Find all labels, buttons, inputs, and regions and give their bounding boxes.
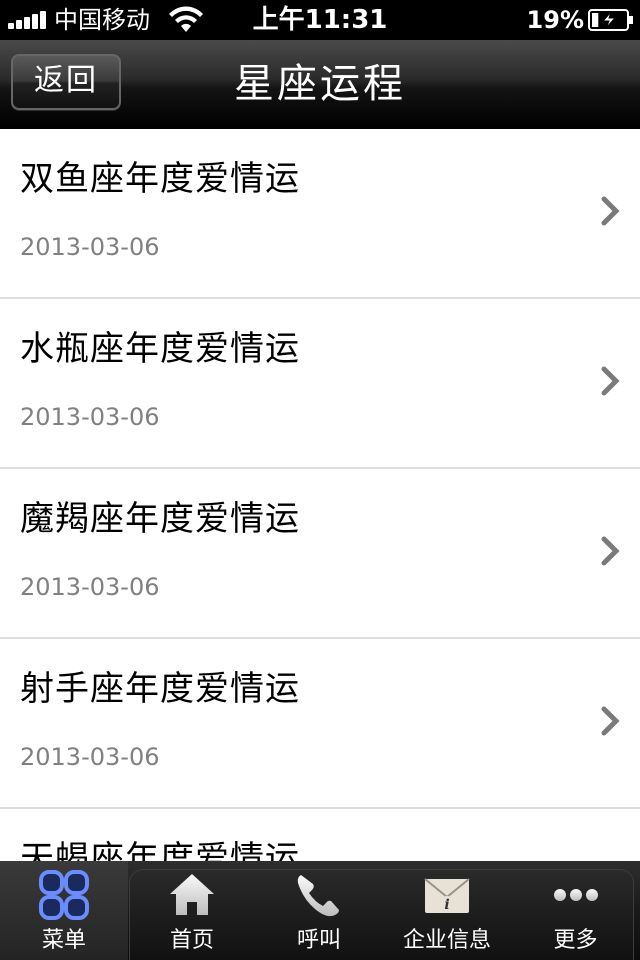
tab-menu[interactable]: 菜单 — [0, 861, 128, 960]
tab-label: 企业信息 — [402, 928, 491, 953]
menu-grid-icon — [39, 870, 89, 920]
battery-percent: 19% — [526, 6, 584, 34]
list-item[interactable]: 魔羯座年度爱情运 2013-03-06 — [0, 469, 640, 639]
tab-more[interactable]: 更多 — [511, 861, 640, 960]
info-envelope-icon: i — [424, 878, 470, 913]
item-title: 天蝎座年度爱情运 — [20, 839, 300, 861]
item-date: 2013-03-06 — [20, 403, 160, 431]
item-date: 2013-03-06 — [20, 743, 160, 771]
list-item[interactable]: 双鱼座年度爱情运 2013-03-06 — [0, 129, 640, 299]
list-item[interactable]: 水瓶座年度爱情运 2013-03-06 — [0, 299, 640, 469]
item-date: 2013-03-06 — [20, 233, 160, 261]
item-date: 2013-03-06 — [20, 573, 160, 601]
chevron-right-icon — [601, 196, 620, 226]
phone-icon — [297, 875, 339, 917]
navigation-bar: 返回 星座运程 — [0, 40, 640, 128]
chevron-right-icon — [601, 706, 620, 736]
status-bar: 中国移动 上午11:31 19% — [0, 0, 640, 40]
tab-home[interactable]: 首页 — [129, 861, 255, 960]
item-title: 射手座年度爱情运 — [20, 669, 300, 709]
chevron-right-icon — [601, 536, 620, 566]
item-title: 水瓶座年度爱情运 — [20, 329, 300, 369]
home-icon — [170, 874, 214, 915]
horoscope-list: 双鱼座年度爱情运 2013-03-06 水瓶座年度爱情运 2013-03-06 … — [0, 129, 640, 861]
tab-bar: 菜单 首页 呼叫 i 企业信息 更多 — [0, 861, 640, 960]
tab-label: 菜单 — [41, 928, 86, 953]
tab-label: 首页 — [169, 928, 214, 953]
chevron-right-icon — [601, 366, 620, 396]
back-button[interactable]: 返回 — [11, 54, 121, 110]
item-title: 双鱼座年度爱情运 — [20, 159, 300, 199]
list-item[interactable]: 天蝎座年度爱情运 — [0, 809, 640, 861]
tab-call[interactable]: 呼叫 — [255, 861, 383, 960]
tab-company-info[interactable]: i 企业信息 — [383, 861, 511, 960]
tab-label: 更多 — [553, 928, 598, 953]
list-item[interactable]: 射手座年度爱情运 2013-03-06 — [0, 639, 640, 809]
more-dots-icon — [553, 889, 598, 901]
item-title: 魔羯座年度爱情运 — [20, 499, 300, 539]
svg-text:i: i — [444, 897, 449, 913]
tab-label: 呼叫 — [296, 928, 341, 953]
battery-charging-icon — [588, 9, 633, 31]
